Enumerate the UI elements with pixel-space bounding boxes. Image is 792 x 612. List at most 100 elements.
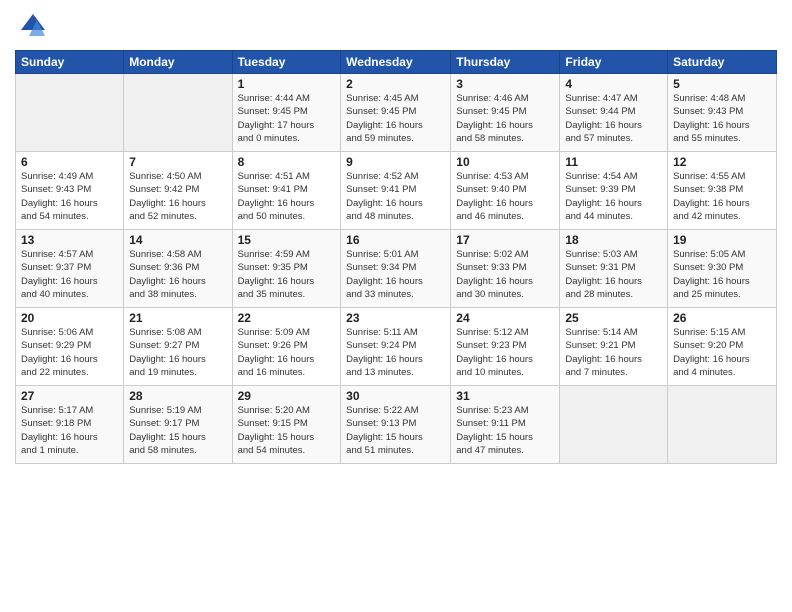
header [15, 10, 777, 42]
day-cell: 9Sunrise: 4:52 AM Sunset: 9:41 PM Daylig… [341, 152, 451, 230]
day-detail: Sunrise: 5:20 AM Sunset: 9:15 PM Dayligh… [238, 404, 336, 457]
day-cell [16, 74, 124, 152]
day-detail: Sunrise: 4:49 AM Sunset: 9:43 PM Dayligh… [21, 170, 118, 223]
day-number: 20 [21, 311, 118, 325]
day-number: 31 [456, 389, 554, 403]
day-header-thursday: Thursday [451, 51, 560, 74]
week-row-4: 20Sunrise: 5:06 AM Sunset: 9:29 PM Dayli… [16, 308, 777, 386]
day-cell: 2Sunrise: 4:45 AM Sunset: 9:45 PM Daylig… [341, 74, 451, 152]
day-number: 10 [456, 155, 554, 169]
day-detail: Sunrise: 4:58 AM Sunset: 9:36 PM Dayligh… [129, 248, 226, 301]
day-cell: 27Sunrise: 5:17 AM Sunset: 9:18 PM Dayli… [16, 386, 124, 464]
day-number: 14 [129, 233, 226, 247]
day-number: 13 [21, 233, 118, 247]
day-number: 30 [346, 389, 445, 403]
day-cell: 11Sunrise: 4:54 AM Sunset: 9:39 PM Dayli… [560, 152, 668, 230]
day-cell: 6Sunrise: 4:49 AM Sunset: 9:43 PM Daylig… [16, 152, 124, 230]
day-header-monday: Monday [124, 51, 232, 74]
day-cell: 12Sunrise: 4:55 AM Sunset: 9:38 PM Dayli… [668, 152, 777, 230]
day-detail: Sunrise: 4:55 AM Sunset: 9:38 PM Dayligh… [673, 170, 771, 223]
day-cell: 19Sunrise: 5:05 AM Sunset: 9:30 PM Dayli… [668, 230, 777, 308]
day-cell: 1Sunrise: 4:44 AM Sunset: 9:45 PM Daylig… [232, 74, 341, 152]
day-detail: Sunrise: 4:54 AM Sunset: 9:39 PM Dayligh… [565, 170, 662, 223]
day-header-friday: Friday [560, 51, 668, 74]
day-detail: Sunrise: 4:44 AM Sunset: 9:45 PM Dayligh… [238, 92, 336, 145]
day-detail: Sunrise: 5:23 AM Sunset: 9:11 PM Dayligh… [456, 404, 554, 457]
day-cell: 26Sunrise: 5:15 AM Sunset: 9:20 PM Dayli… [668, 308, 777, 386]
day-detail: Sunrise: 4:50 AM Sunset: 9:42 PM Dayligh… [129, 170, 226, 223]
day-number: 8 [238, 155, 336, 169]
day-number: 21 [129, 311, 226, 325]
day-detail: Sunrise: 5:11 AM Sunset: 9:24 PM Dayligh… [346, 326, 445, 379]
day-detail: Sunrise: 4:45 AM Sunset: 9:45 PM Dayligh… [346, 92, 445, 145]
day-detail: Sunrise: 5:19 AM Sunset: 9:17 PM Dayligh… [129, 404, 226, 457]
week-row-3: 13Sunrise: 4:57 AM Sunset: 9:37 PM Dayli… [16, 230, 777, 308]
day-number: 22 [238, 311, 336, 325]
day-detail: Sunrise: 4:59 AM Sunset: 9:35 PM Dayligh… [238, 248, 336, 301]
day-cell [560, 386, 668, 464]
day-detail: Sunrise: 5:06 AM Sunset: 9:29 PM Dayligh… [21, 326, 118, 379]
day-number: 11 [565, 155, 662, 169]
day-cell: 24Sunrise: 5:12 AM Sunset: 9:23 PM Dayli… [451, 308, 560, 386]
day-number: 9 [346, 155, 445, 169]
day-number: 24 [456, 311, 554, 325]
day-detail: Sunrise: 5:02 AM Sunset: 9:33 PM Dayligh… [456, 248, 554, 301]
day-detail: Sunrise: 5:01 AM Sunset: 9:34 PM Dayligh… [346, 248, 445, 301]
day-cell: 17Sunrise: 5:02 AM Sunset: 9:33 PM Dayli… [451, 230, 560, 308]
day-detail: Sunrise: 4:51 AM Sunset: 9:41 PM Dayligh… [238, 170, 336, 223]
day-detail: Sunrise: 5:12 AM Sunset: 9:23 PM Dayligh… [456, 326, 554, 379]
day-number: 6 [21, 155, 118, 169]
day-number: 23 [346, 311, 445, 325]
day-detail: Sunrise: 4:57 AM Sunset: 9:37 PM Dayligh… [21, 248, 118, 301]
day-number: 1 [238, 77, 336, 91]
day-detail: Sunrise: 5:05 AM Sunset: 9:30 PM Dayligh… [673, 248, 771, 301]
day-cell: 31Sunrise: 5:23 AM Sunset: 9:11 PM Dayli… [451, 386, 560, 464]
day-detail: Sunrise: 5:15 AM Sunset: 9:20 PM Dayligh… [673, 326, 771, 379]
day-number: 12 [673, 155, 771, 169]
day-header-saturday: Saturday [668, 51, 777, 74]
day-number: 5 [673, 77, 771, 91]
day-detail: Sunrise: 4:52 AM Sunset: 9:41 PM Dayligh… [346, 170, 445, 223]
day-detail: Sunrise: 4:47 AM Sunset: 9:44 PM Dayligh… [565, 92, 662, 145]
page: SundayMondayTuesdayWednesdayThursdayFrid… [0, 0, 792, 612]
day-cell: 15Sunrise: 4:59 AM Sunset: 9:35 PM Dayli… [232, 230, 341, 308]
day-detail: Sunrise: 4:48 AM Sunset: 9:43 PM Dayligh… [673, 92, 771, 145]
day-cell: 23Sunrise: 5:11 AM Sunset: 9:24 PM Dayli… [341, 308, 451, 386]
day-number: 19 [673, 233, 771, 247]
day-cell: 16Sunrise: 5:01 AM Sunset: 9:34 PM Dayli… [341, 230, 451, 308]
day-cell: 22Sunrise: 5:09 AM Sunset: 9:26 PM Dayli… [232, 308, 341, 386]
day-cell: 13Sunrise: 4:57 AM Sunset: 9:37 PM Dayli… [16, 230, 124, 308]
day-cell: 29Sunrise: 5:20 AM Sunset: 9:15 PM Dayli… [232, 386, 341, 464]
calendar: SundayMondayTuesdayWednesdayThursdayFrid… [15, 50, 777, 464]
day-number: 3 [456, 77, 554, 91]
day-cell: 10Sunrise: 4:53 AM Sunset: 9:40 PM Dayli… [451, 152, 560, 230]
day-number: 16 [346, 233, 445, 247]
day-cell: 4Sunrise: 4:47 AM Sunset: 9:44 PM Daylig… [560, 74, 668, 152]
day-cell [668, 386, 777, 464]
day-cell: 14Sunrise: 4:58 AM Sunset: 9:36 PM Dayli… [124, 230, 232, 308]
day-cell: 18Sunrise: 5:03 AM Sunset: 9:31 PM Dayli… [560, 230, 668, 308]
day-header-wednesday: Wednesday [341, 51, 451, 74]
day-header-sunday: Sunday [16, 51, 124, 74]
logo-icon [15, 10, 47, 42]
day-cell: 25Sunrise: 5:14 AM Sunset: 9:21 PM Dayli… [560, 308, 668, 386]
day-number: 2 [346, 77, 445, 91]
day-header-tuesday: Tuesday [232, 51, 341, 74]
day-number: 17 [456, 233, 554, 247]
week-row-2: 6Sunrise: 4:49 AM Sunset: 9:43 PM Daylig… [16, 152, 777, 230]
week-row-1: 1Sunrise: 4:44 AM Sunset: 9:45 PM Daylig… [16, 74, 777, 152]
day-cell: 7Sunrise: 4:50 AM Sunset: 9:42 PM Daylig… [124, 152, 232, 230]
day-number: 25 [565, 311, 662, 325]
day-cell: 30Sunrise: 5:22 AM Sunset: 9:13 PM Dayli… [341, 386, 451, 464]
day-number: 7 [129, 155, 226, 169]
day-cell [124, 74, 232, 152]
day-cell: 5Sunrise: 4:48 AM Sunset: 9:43 PM Daylig… [668, 74, 777, 152]
day-cell: 8Sunrise: 4:51 AM Sunset: 9:41 PM Daylig… [232, 152, 341, 230]
day-cell: 3Sunrise: 4:46 AM Sunset: 9:45 PM Daylig… [451, 74, 560, 152]
day-number: 28 [129, 389, 226, 403]
day-detail: Sunrise: 5:14 AM Sunset: 9:21 PM Dayligh… [565, 326, 662, 379]
day-detail: Sunrise: 4:46 AM Sunset: 9:45 PM Dayligh… [456, 92, 554, 145]
logo [15, 10, 51, 42]
day-number: 29 [238, 389, 336, 403]
header-row: SundayMondayTuesdayWednesdayThursdayFrid… [16, 51, 777, 74]
